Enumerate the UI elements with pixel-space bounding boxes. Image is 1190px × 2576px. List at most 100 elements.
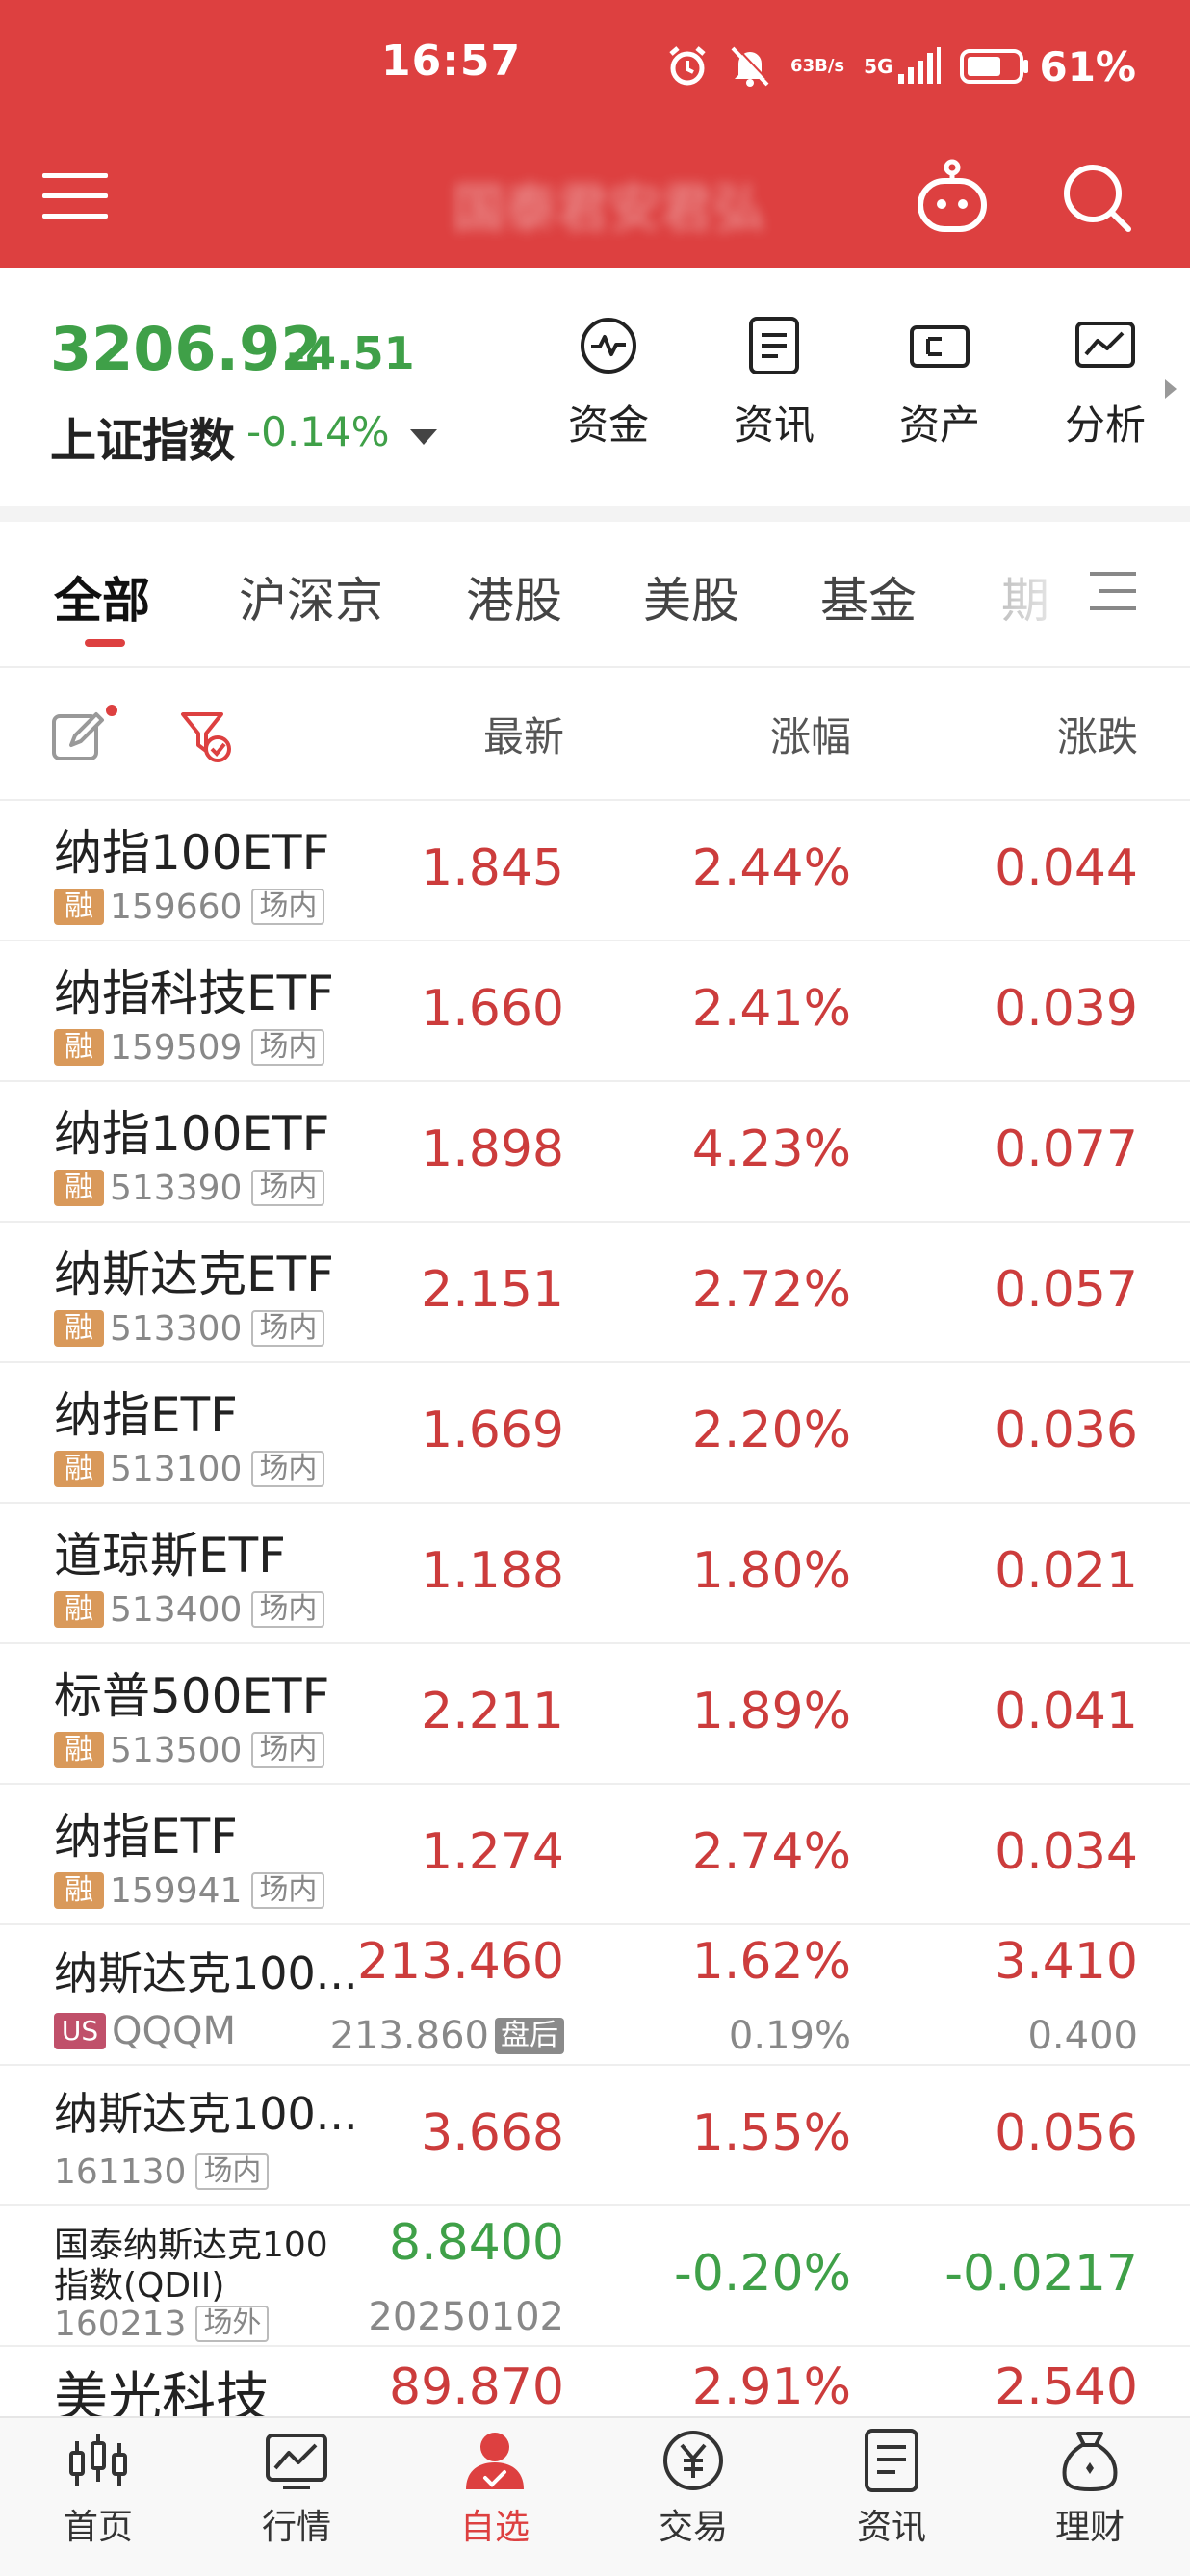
stock-name: 纳指100ETF [54,825,330,881]
column-header: 最新 涨幅 涨跌 [0,668,1190,799]
us-market-badge: US [54,2013,106,2049]
tab-fund[interactable]: 基金 [820,562,917,631]
change-percent: 2.20% [691,1402,851,1459]
change-value: 0.056 [995,2104,1138,2162]
stock-meta: 融 159941 场内 [54,1870,325,1911]
index-name[interactable]: 上证指数 [50,402,235,470]
table-row[interactable]: 纳指100ETF 融 513390 场内 1.898 4.23% 0.077 [0,1082,1190,1223]
top-nav: 国泰君安君弘 [0,154,1190,241]
watchlist-user-icon [466,2433,524,2489]
stock-meta: 融 159509 场内 [54,1028,325,1068]
latest-price: 1.274 [421,1823,564,1881]
table-row[interactable]: 道琼斯ETF 融 513400 场内 1.188 1.80% 0.021 [0,1504,1190,1644]
nav-news[interactable]: 资讯 [815,2428,969,2549]
battery-indicator: 61% [960,43,1136,90]
quick-action-label: 资讯 [733,401,815,449]
nav-market[interactable]: 行情 [220,2428,374,2549]
market-tag: 场内 [251,1170,325,1206]
margin-badge: 融 [54,889,104,925]
margin-badge: 融 [54,1732,104,1768]
change-percent: 1.89% [691,1683,851,1740]
column-pct[interactable]: 涨幅 [770,705,851,763]
change-percent: -0.20% [674,2245,851,2303]
stock-meta: US QQQM [54,2009,246,2053]
change-value: 0.044 [995,839,1138,897]
quick-action-analysis[interactable]: 分析 [1048,316,1163,451]
change-value: 0.057 [995,1261,1138,1319]
tab-us[interactable]: 美股 [643,562,739,631]
nav-label: 行情 [261,2508,331,2547]
index-switch-caret-icon[interactable] [410,429,437,445]
edit-icon[interactable] [50,707,108,764]
status-bar: 16:57 63 B/s 5G 61% [0,0,1190,135]
alarm-icon [665,44,710,89]
index-value[interactable]: 3206.92 [50,314,322,384]
change-value: 3.410 [995,1933,1138,1991]
nav-label: 首页 [63,2508,133,2547]
quick-action-label: 资金 [567,401,649,449]
table-row[interactable]: 纳指100ETF 融 159660 场内 1.845 2.44% 0.044 [0,801,1190,941]
change-percent: 2.74% [691,1823,851,1881]
battery-percent: 61% [1039,42,1136,90]
tab-sh-sz-bj[interactable]: 沪深京 [239,562,383,631]
tab-menu-icon[interactable] [1090,570,1136,612]
column-latest[interactable]: 最新 [483,705,564,763]
latest-price: 2.211 [421,1683,564,1740]
column-change[interactable]: 涨跌 [1057,705,1138,763]
stock-code: 159941 [110,1870,243,1911]
nav-watchlist[interactable]: 自选 [418,2428,572,2549]
stock-code: 513300 [110,1308,243,1349]
menu-icon[interactable] [42,171,108,221]
tab-hk[interactable]: 港股 [466,562,562,631]
search-icon[interactable] [1059,160,1134,235]
nav-label: 理财 [1054,2508,1125,2547]
stock-name: 纳斯达克ETF [54,1247,334,1302]
signal-indicator: 5G [864,47,942,86]
app-header: 16:57 63 B/s 5G 61% 国泰君安君弘 [0,0,1190,268]
net-speed: 63 B/s [790,57,844,76]
table-row[interactable]: 国泰纳斯达克100 指数(QDII) 160213 场外 8.8400 2025… [0,2206,1190,2347]
nav-trade[interactable]: 交易 [616,2428,770,2549]
stock-name: 道琼斯ETF [54,1528,286,1584]
stock-code: QQQM [112,2009,236,2053]
table-row[interactable]: 纳指ETF 融 513100 场内 1.669 2.20% 0.036 [0,1363,1190,1504]
stock-name: 纳斯达克100... [54,2088,358,2140]
after-hours-tag: 盘后 [495,2018,564,2054]
filter-icon[interactable] [179,707,235,764]
stock-name: 纳指100ETF [54,1106,330,1162]
change-percent: 1.55% [691,2104,851,2162]
change-percent: 2.91% [691,2358,851,2416]
quick-action-assets[interactable]: 资产 [882,316,997,451]
robot-assistant-icon[interactable] [913,158,992,237]
table-row[interactable]: 纳斯达克ETF 融 513300 场内 2.151 2.72% 0.057 [0,1223,1190,1363]
latest-price: 3.668 [421,2104,564,2162]
nav-home[interactable]: 首页 [21,2428,175,2549]
margin-badge: 融 [54,1170,104,1206]
tab-all[interactable]: 全部 [54,562,150,631]
latest-price: 1.669 [421,1402,564,1459]
stock-code: 513400 [110,1589,243,1630]
stock-meta: 融 513390 场内 [54,1169,325,1208]
table-row[interactable]: 纳指科技ETF 融 159509 场内 1.660 2.41% 0.039 [0,941,1190,1082]
quick-actions-more-icon[interactable] [1165,379,1177,399]
signal-bars-icon [898,47,942,84]
after-hours-price: 213.860 [329,2014,489,2058]
net-value: 8.8400 [389,2214,564,2272]
table-row[interactable]: 纳斯达克100... 161130 场内 3.668 1.55% 0.056 [0,2066,1190,2206]
nav-label: 资讯 [856,2508,926,2547]
nav-label: 自选 [459,2508,530,2547]
table-row[interactable]: 标普500ETF 融 513500 场内 2.211 1.89% 0.041 [0,1644,1190,1785]
quick-action-news[interactable]: 资讯 [716,316,832,451]
index-summary: 3206.92 -4.51 上证指数 -0.14% 资金 资讯 资产 分析 [0,268,1190,506]
margin-badge: 融 [54,1310,104,1347]
stock-meta: 161130 场内 [54,2152,270,2192]
margin-badge: 融 [54,1591,104,1628]
market-tag: 场外 [195,2306,270,2342]
stock-meta: 融 513100 场内 [54,1450,325,1489]
latest-price: 1.188 [421,1542,564,1600]
table-row[interactable]: 纳斯达克100... US QQQM 213.460 1.62% 3.410 2… [0,1925,1190,2066]
stock-meta: 融 159660 场内 [54,888,325,927]
table-row[interactable]: 纳指ETF 融 159941 场内 1.274 2.74% 0.034 [0,1785,1190,1925]
quick-action-fund-flow[interactable]: 资金 [551,316,666,451]
nav-wealth[interactable]: 理财 [1013,2428,1167,2549]
